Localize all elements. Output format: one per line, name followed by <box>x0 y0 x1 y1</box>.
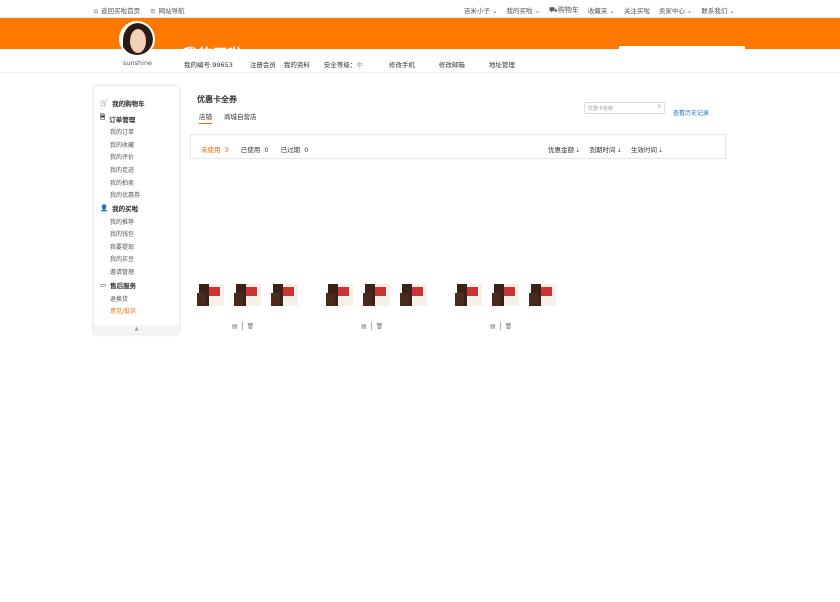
security-level: 中 <box>356 61 363 69</box>
username: sunshine <box>123 59 153 67</box>
follow-link[interactable]: 关注买啦 <box>624 5 650 15</box>
product-image[interactable] <box>363 281 392 308</box>
tab-mall[interactable]: 商城自营店 <box>224 111 257 124</box>
list-icon: ≡ <box>150 7 156 15</box>
edit-icon[interactable]: ▤ <box>361 323 367 330</box>
seller-menu[interactable]: 卖家中心 ⌄ <box>659 5 693 15</box>
home-icon: ⌂ <box>94 7 99 15</box>
collapse-button[interactable]: ▲ <box>94 325 179 334</box>
profile-link[interactable]: 我的资料 <box>284 59 310 69</box>
sidebar-orders: 🗎 订单管理 <box>100 113 136 124</box>
product-image[interactable] <box>271 281 300 308</box>
history-link[interactable]: 查看历史记录 <box>673 108 709 117</box>
cart-icon: ⛟ <box>549 6 558 14</box>
home-link[interactable]: ⌂ 返回买啦首页 <box>94 5 140 15</box>
product-image[interactable] <box>529 281 558 308</box>
sidebar-item-footprint[interactable]: 我的足迹 <box>110 165 134 174</box>
sort-amount[interactable]: 优惠金额 🡓 <box>548 144 579 157</box>
product-image[interactable] <box>197 281 226 308</box>
sidebar-item-favorites[interactable]: 我的收藏 <box>110 140 134 149</box>
contact-menu[interactable]: 联系我们 ⌄ <box>701 5 735 15</box>
register-link[interactable]: 注册会员 <box>250 59 276 69</box>
cart-link[interactable]: ⛟购物车 <box>549 5 579 15</box>
arrow-down-icon: 🡓 <box>659 146 663 154</box>
sidebar: 🛒 我的购物车 🗎 订单管理 我的订单 我的收藏 我的评价 我的足迹 我的拍卖 我的… <box>94 86 179 334</box>
coupon-tabs: 店铺 商城自营店 <box>199 111 257 124</box>
site-nav-link[interactable]: ≡ 网站导航 <box>150 5 184 15</box>
sidebar-item-invites[interactable]: 邀请管理 <box>110 267 134 276</box>
sidebar-item-coupons[interactable]: 我的优惠券 <box>110 190 140 199</box>
edit-icon[interactable]: ▤ <box>232 323 238 330</box>
mybuy-menu[interactable]: 我的买啦 ⌄ <box>507 5 541 15</box>
product-image[interactable] <box>326 281 355 308</box>
product-image[interactable] <box>400 281 429 308</box>
sort-expiry[interactable]: 到期时间 🡓 <box>589 144 620 157</box>
sidebar-item-returns[interactable]: 退换货 <box>110 294 128 303</box>
security-label: 安全等级： <box>323 61 357 69</box>
filter-expired[interactable]: 已过期 0 <box>281 144 309 154</box>
sidebar-item-auction[interactable]: 我的拍卖 <box>110 178 134 187</box>
search-icon[interactable]: ⚲ <box>657 104 661 110</box>
user-id: 我的编号:99653 <box>184 61 233 69</box>
edit-email-link[interactable]: 修改邮箱 <box>439 59 465 69</box>
user-menu[interactable]: 吉米小子 ⌄ <box>464 5 498 15</box>
product-image[interactable] <box>492 281 521 308</box>
fav-menu[interactable]: 收藏夹 ⌄ <box>588 5 615 15</box>
sidebar-item-wallet[interactable]: 我的钱包 <box>110 229 134 238</box>
sidebar-item-withdraw[interactable]: 我要提现 <box>110 242 134 251</box>
avatar[interactable] <box>119 21 155 57</box>
card-icon: ▭ <box>100 281 107 289</box>
product-image[interactable] <box>234 281 263 308</box>
page-title: 优惠卡全券 <box>197 95 237 104</box>
sidebar-after-sales: ▭ 售后服务 <box>100 281 137 290</box>
filter-unused[interactable]: 未使用 3 <box>201 144 229 154</box>
edit-icon[interactable]: ▤ <box>490 323 496 330</box>
product-image[interactable] <box>455 281 484 308</box>
trash-icon[interactable]: 🗑 <box>376 323 384 330</box>
trash-icon[interactable]: 🗑 <box>247 323 255 330</box>
coupon-search-input[interactable]: 优惠卡名称 ⚲ <box>584 102 665 114</box>
chevron-up-icon: ▲ <box>134 326 139 332</box>
sidebar-item-reviews[interactable]: 我的评价 <box>110 152 134 161</box>
edit-phone-link[interactable]: 修改手机 <box>389 59 415 69</box>
document-icon: 🗎 <box>100 113 106 121</box>
arrow-down-icon: 🡓 <box>576 146 580 154</box>
user-icon: 👤 <box>100 204 109 212</box>
sidebar-cart[interactable]: 🛒 我的购物车 <box>100 98 145 108</box>
sidebar-item-feedback[interactable]: 意见/投诉 <box>110 306 136 315</box>
sidebar-item-recommend[interactable]: 我的推荐 <box>110 217 134 226</box>
address-link[interactable]: 地址管理 <box>489 59 515 69</box>
filter-bar: 未使用 3 已使用 0 已过期 0 优惠金额 🡓 到期时间 🡓 生效时间 🡓 <box>190 134 726 159</box>
sidebar-item-orders[interactable]: 我的订单 <box>110 127 134 136</box>
cart-icon: 🛒 <box>100 99 109 107</box>
filter-used[interactable]: 已使用 0 <box>241 144 269 154</box>
top-bar: ⌂ 返回买啦首页 ≡ 网站导航 吉米小子 ⌄ 我的买啦 ⌄ ⛟购物车 收藏夹 ⌄ 关… <box>0 0 840 18</box>
sort-effective[interactable]: 生效时间 🡓 <box>631 144 662 157</box>
sidebar-mybuy: 👤 我的买啦 <box>100 204 139 213</box>
tab-shop[interactable]: 店铺 <box>199 111 212 124</box>
sidebar-item-beans[interactable]: 我的买豆 <box>110 254 134 263</box>
arrow-down-icon: 🡓 <box>617 146 621 154</box>
trash-icon[interactable]: 🗑 <box>505 323 513 330</box>
